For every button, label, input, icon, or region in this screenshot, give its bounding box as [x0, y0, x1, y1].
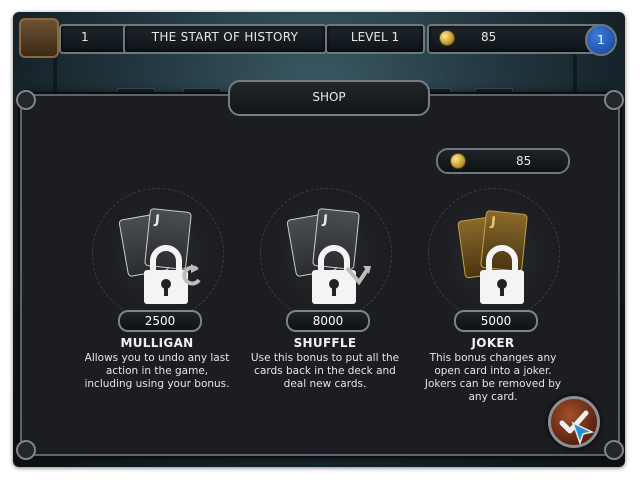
frame-corner [604, 90, 624, 110]
item-price: 8000 [286, 310, 370, 332]
item-name: JOKER [471, 336, 515, 350]
level-number-plate: 1 [59, 24, 131, 54]
shop-item-shuffle[interactable]: J 8000 SHUFFLE Use this bonus to put all… [250, 188, 400, 448]
blue-badge-button[interactable]: 1 [585, 24, 617, 56]
undo-icon [182, 264, 201, 286]
menu-button[interactable] [19, 18, 59, 58]
shop-dialog: SHOP 85 J 2500 MULLIGAN Allows you to un… [16, 80, 624, 460]
shop-title: SHOP [228, 80, 430, 116]
frame-corner [604, 440, 624, 460]
card-rank: J [490, 214, 497, 230]
frame-corner [16, 90, 36, 110]
coins-counter: 85 [427, 24, 601, 54]
item-name: SHUFFLE [293, 336, 357, 350]
item-price: 2500 [118, 310, 202, 332]
item-price: 5000 [454, 310, 538, 332]
card-rank: J [322, 212, 329, 228]
mouse-cursor-icon [571, 421, 595, 446]
item-cards: J [285, 207, 371, 304]
coin-icon [439, 30, 455, 46]
shuffle-icon [345, 266, 371, 286]
item-cards: J [117, 207, 201, 304]
item-description: Use this bonus to put all the cards back… [250, 352, 400, 390]
shop-balance: 85 [436, 148, 570, 174]
item-description: Allows you to undo any last action in th… [84, 352, 230, 390]
lock-icon [480, 245, 524, 304]
coins-value: 85 [481, 30, 497, 44]
shop-item-joker[interactable]: J 5000 JOKER This bonus changes any open… [418, 188, 568, 448]
level-number: 1 [81, 30, 89, 44]
card-rank: J [154, 212, 161, 228]
coin-icon [450, 153, 466, 169]
top-hud: 1 THE START OF HISTORY LEVEL 1 85 1 [13, 12, 625, 62]
shop-balance-value: 85 [516, 154, 532, 168]
shop-item-mulligan[interactable]: J 2500 MULLIGAN Allows you to undo any l… [82, 188, 232, 448]
item-description: This bonus changes any open card into a … [424, 352, 562, 403]
item-name: MULLIGAN [120, 336, 194, 350]
game-window: 1 THE START OF HISTORY LEVEL 1 85 1 SHOP… [13, 12, 625, 467]
level-label: LEVEL 1 [325, 24, 425, 54]
game-title: THE START OF HISTORY [123, 24, 327, 54]
frame-corner [16, 440, 36, 460]
item-cards: J [453, 209, 533, 304]
